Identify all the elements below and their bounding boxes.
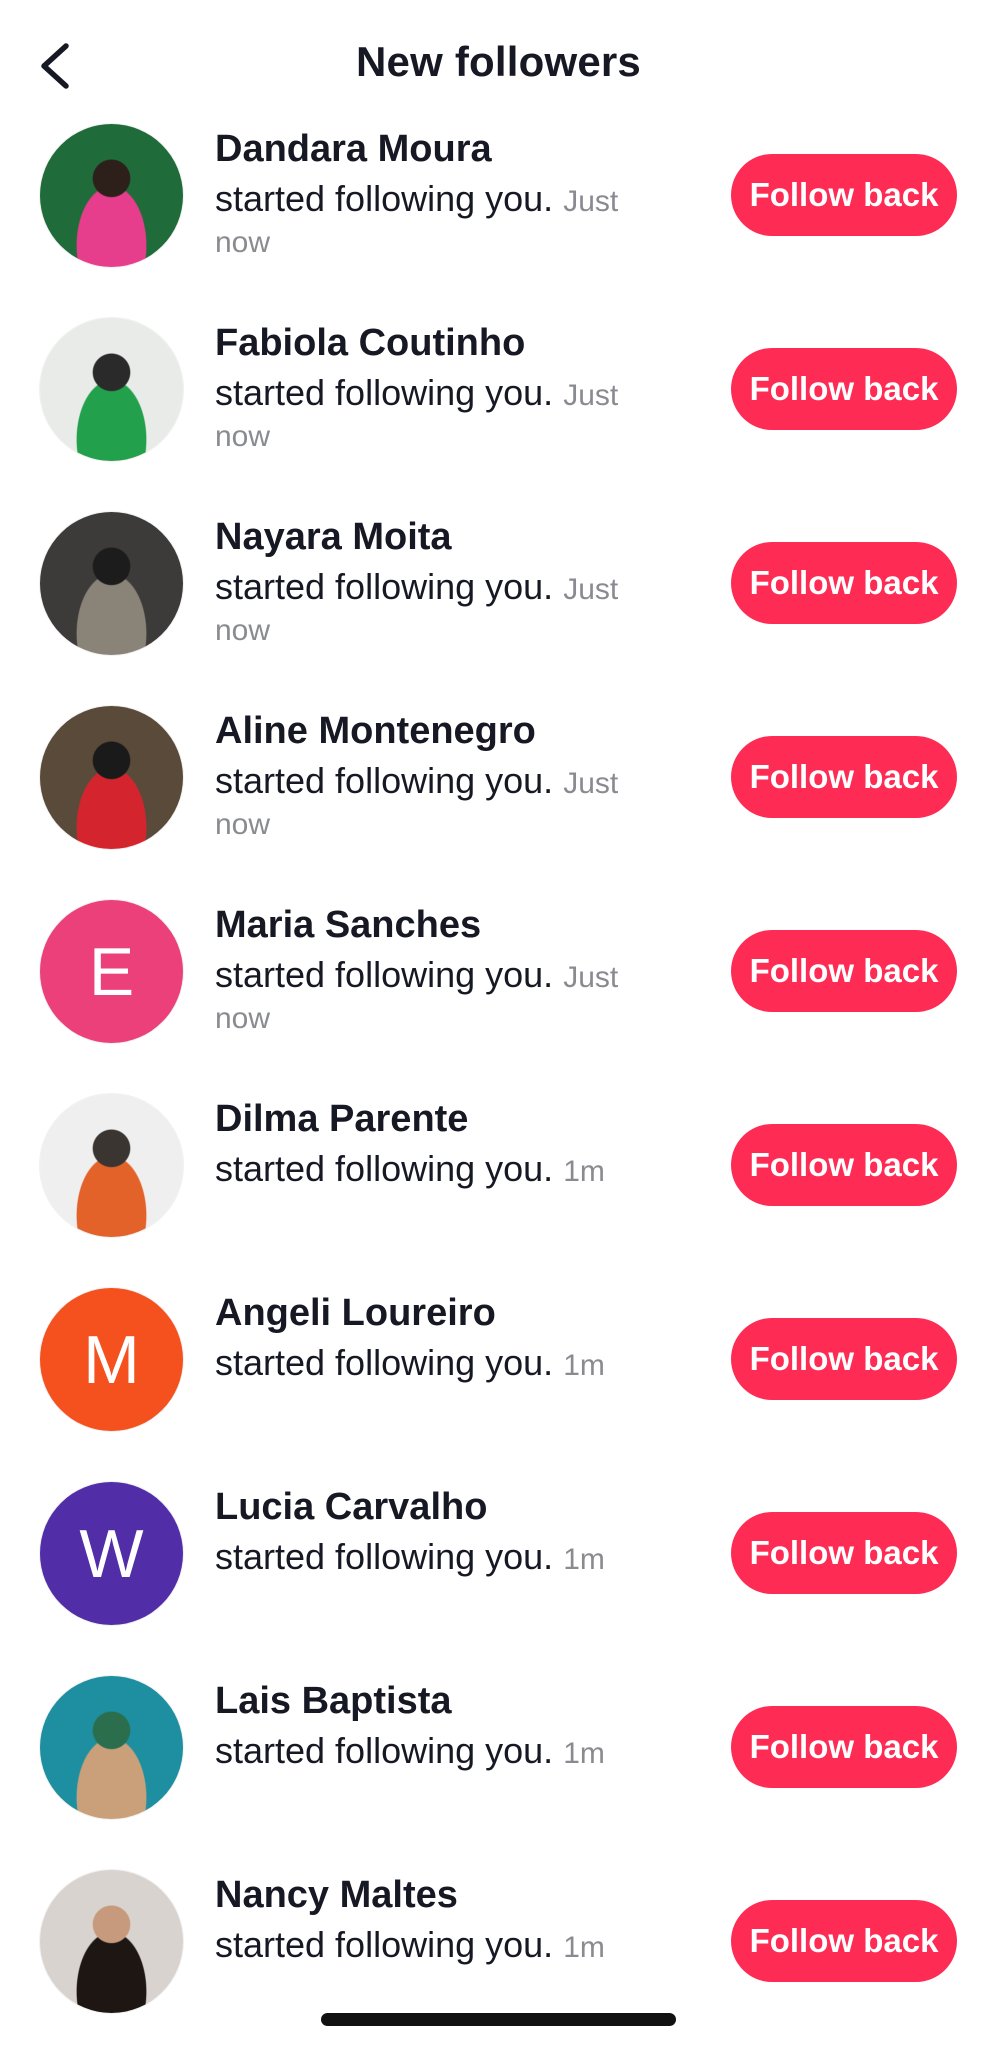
follower-row[interactable]: Nayara Moita started following you. Just … — [0, 512, 997, 662]
follow-back-button[interactable]: Follow back — [731, 154, 957, 236]
follow-activity: started following you. 1m — [215, 1344, 655, 1385]
avatar-photo[interactable] — [40, 1870, 183, 2013]
follower-name[interactable]: Angeli Loureiro — [215, 1292, 496, 1335]
follower-name[interactable]: Lucia Carvalho — [215, 1486, 487, 1529]
follower-row[interactable]: Aline Montenegro started following you. J… — [0, 706, 997, 856]
activity-text: started following you. — [215, 1148, 554, 1189]
follow-back-button[interactable]: Follow back — [731, 348, 957, 430]
avatar-letter: W — [79, 1515, 144, 1592]
follower-row[interactable]: Nancy Maltes started following you. 1m Fol… — [0, 1870, 997, 2020]
avatar-photo[interactable] — [40, 1094, 183, 1237]
activity-text: started following you. — [215, 178, 554, 219]
follow-back-button[interactable]: Follow back — [731, 1318, 957, 1400]
activity-text: started following you. — [215, 1342, 554, 1383]
follower-name[interactable]: Dandara Moura — [215, 128, 492, 171]
follow-activity: started following you. 1m — [215, 1150, 655, 1191]
follow-activity: started following you. 1m — [215, 1732, 655, 1773]
follower-row[interactable]: Fabiola Coutinho started following you. J… — [0, 318, 997, 468]
follower-row[interactable]: M Angeli Loureiro started following you. 1… — [0, 1288, 997, 1438]
follower-name[interactable]: Nayara Moita — [215, 516, 452, 559]
timestamp: 1m — [563, 1349, 605, 1382]
follower-name[interactable]: Lais Baptista — [215, 1680, 452, 1723]
follower-row[interactable]: Lais Baptista started following you. 1m Fo… — [0, 1676, 997, 1826]
follow-activity: started following you. Just now — [215, 762, 655, 844]
home-indicator — [321, 2013, 676, 2026]
timestamp: 1m — [563, 1931, 605, 1964]
avatar[interactable]: E — [40, 900, 183, 1043]
follow-activity: started following you. 1m — [215, 1538, 655, 1579]
follower-row[interactable]: E Maria Sanches started following you. Jus… — [0, 900, 997, 1050]
follower-row[interactable]: Dandara Moura started following you. Just… — [0, 124, 997, 274]
follow-activity: started following you. Just now — [215, 374, 655, 456]
follow-back-button[interactable]: Follow back — [731, 1900, 957, 1982]
avatar-letter: M — [83, 1321, 140, 1398]
follow-activity: started following you. Just now — [215, 180, 655, 262]
activity-text: started following you. — [215, 760, 554, 801]
follower-name[interactable]: Fabiola Coutinho — [215, 322, 525, 365]
avatar-photo[interactable] — [40, 124, 183, 267]
follower-name[interactable]: Aline Montenegro — [215, 710, 536, 753]
activity-text: started following you. — [215, 1536, 554, 1577]
activity-text: started following you. — [215, 566, 554, 607]
avatar-photo[interactable] — [40, 318, 183, 461]
page-title: New followers — [356, 38, 641, 85]
follow-back-button[interactable]: Follow back — [731, 542, 957, 624]
timestamp: 1m — [563, 1155, 605, 1188]
header: New followers — [0, 0, 997, 120]
follow-activity: started following you. Just now — [215, 956, 655, 1038]
avatar-letter: E — [88, 933, 135, 1010]
timestamp: 1m — [563, 1543, 605, 1576]
follower-row[interactable]: Dilma Parente started following you. 1m Fo… — [0, 1094, 997, 1244]
avatar-photo[interactable] — [40, 706, 183, 849]
follower-name[interactable]: Dilma Parente — [215, 1098, 468, 1141]
avatar-photo[interactable] — [40, 512, 183, 655]
activity-text: started following you. — [215, 954, 554, 995]
activity-text: started following you. — [215, 1730, 554, 1771]
follow-activity: started following you. 1m — [215, 1926, 655, 1967]
avatar[interactable]: W — [40, 1482, 183, 1625]
follower-row[interactable]: W Lucia Carvalho started following you. 1m… — [0, 1482, 997, 1632]
follower-name[interactable]: Nancy Maltes — [215, 1874, 458, 1917]
follow-back-button[interactable]: Follow back — [731, 1706, 957, 1788]
activity-text: started following you. — [215, 372, 554, 413]
timestamp: 1m — [563, 1737, 605, 1770]
follower-name[interactable]: Maria Sanches — [215, 904, 481, 947]
follow-back-button[interactable]: Follow back — [731, 736, 957, 818]
follow-back-button[interactable]: Follow back — [731, 930, 957, 1012]
avatar-photo[interactable] — [40, 1676, 183, 1819]
follow-back-button[interactable]: Follow back — [731, 1124, 957, 1206]
avatar[interactable]: M — [40, 1288, 183, 1431]
follow-activity: started following you. Just now — [215, 568, 655, 650]
activity-text: started following you. — [215, 1924, 554, 1965]
follow-back-button[interactable]: Follow back — [731, 1512, 957, 1594]
